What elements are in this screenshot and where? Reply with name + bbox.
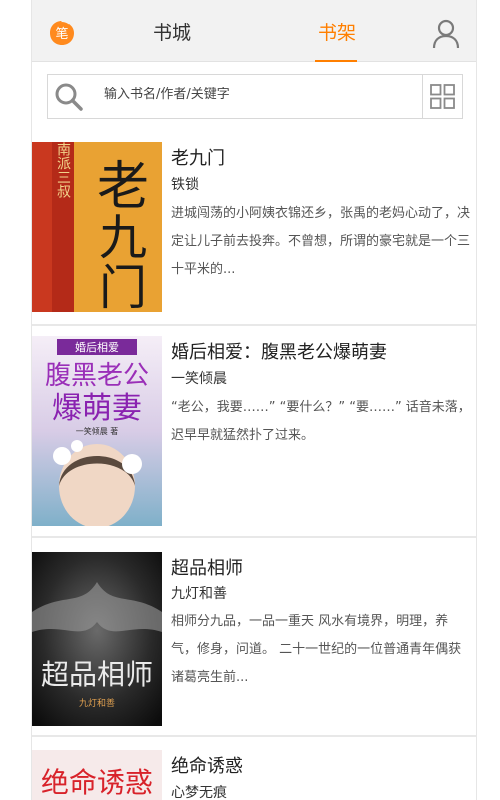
book-author: 九灯和善 [171,586,227,602]
grid-icon [430,84,455,109]
search-bar [47,74,463,119]
book-item[interactable]: 南派三叔 老 九 门 老九门 铁锁 进城闯荡的小阿姨衣锦还乡，张禹的老妈心动了，… [32,140,476,326]
active-tab-indicator [315,60,357,62]
book-cover[interactable]: 绝命诱惑 [32,750,162,800]
book-item[interactable]: 绝命诱惑 绝命诱惑 心梦无痕 [32,738,476,800]
search-icon[interactable] [54,82,84,112]
book-cover[interactable]: 婚后相爱 腹黑老公 爆萌妻 一笑倾晨 著 [32,336,162,526]
book-description: “老公，我要……” “要什么？” “要……” 话音未落，迟早早就猛然扑了过来。 [171,400,471,443]
divider [32,735,476,737]
cover-title-3: 门 [99,260,147,312]
tab-bookshelf[interactable]: 书架 [318,20,356,46]
cover-title-1: 老 [97,157,149,217]
book-cover[interactable]: 超品相师 九灯和善 [32,552,162,726]
cover-side-text: 南派三叔 [55,142,71,199]
book-title[interactable]: 老九门 [171,144,225,170]
cover-title: 绝命诱惑 [41,766,153,799]
book-author: 铁锁 [171,177,199,193]
book-title[interactable]: 超品相师 [171,554,243,580]
book-title[interactable]: 绝命诱惑 [171,752,243,778]
book-author: 心梦无痕 [171,785,227,800]
cover-title-2: 爆萌妻 [52,391,142,426]
cover-author: 一笑倾晨 著 [76,426,119,436]
cover-title-2: 九 [99,210,147,266]
search-input[interactable] [104,87,404,102]
cover-title-1: 腹黑老公 [45,361,149,391]
app-frame: 笔 书城 书架 输入书名/作者/关键字 南派三叔 老 九 门 老九门 铁锁 进城… [31,0,477,800]
cover-title: 超品相师 [41,658,153,691]
user-icon[interactable] [432,19,460,49]
book-description: 相师分九品，一品一重天 风水有境界，明理，养气，修身，问道。 二十一世纪的一位普… [171,614,462,685]
tab-bookstore[interactable]: 书城 [153,20,191,46]
book-cover[interactable]: 南派三叔 老 九 门 [32,142,162,312]
book-item[interactable]: 超品相师 九灯和善 超品相师 九灯和善 相师分九品，一品一重天 风水有境界，明理… [32,538,476,738]
book-list: 南派三叔 老 九 门 老九门 铁锁 进城闯荡的小阿姨衣锦还乡，张禹的老妈心动了，… [32,140,476,800]
cover-author: 九灯和善 [79,697,115,709]
book-description: 进城闯荡的小阿姨衣锦还乡，张禹的老妈心动了，决定让儿子前去投奔。不曾想，所谓的豪… [171,206,471,277]
top-nav: 笔 书城 书架 [32,0,476,62]
svg-text:笔: 笔 [55,26,68,42]
grid-view-button[interactable] [422,75,462,118]
cover-banner: 婚后相爱 [75,340,119,354]
book-author: 一笑倾晨 [171,371,227,387]
logo-icon[interactable]: 笔 [49,20,75,46]
book-title[interactable]: 婚后相爱：腹黑老公爆萌妻 [171,338,387,364]
book-item[interactable]: 婚后相爱 腹黑老公 爆萌妻 一笑倾晨 著 婚后相爱：腹黑老公爆萌妻 一笑倾晨 “… [32,326,476,538]
